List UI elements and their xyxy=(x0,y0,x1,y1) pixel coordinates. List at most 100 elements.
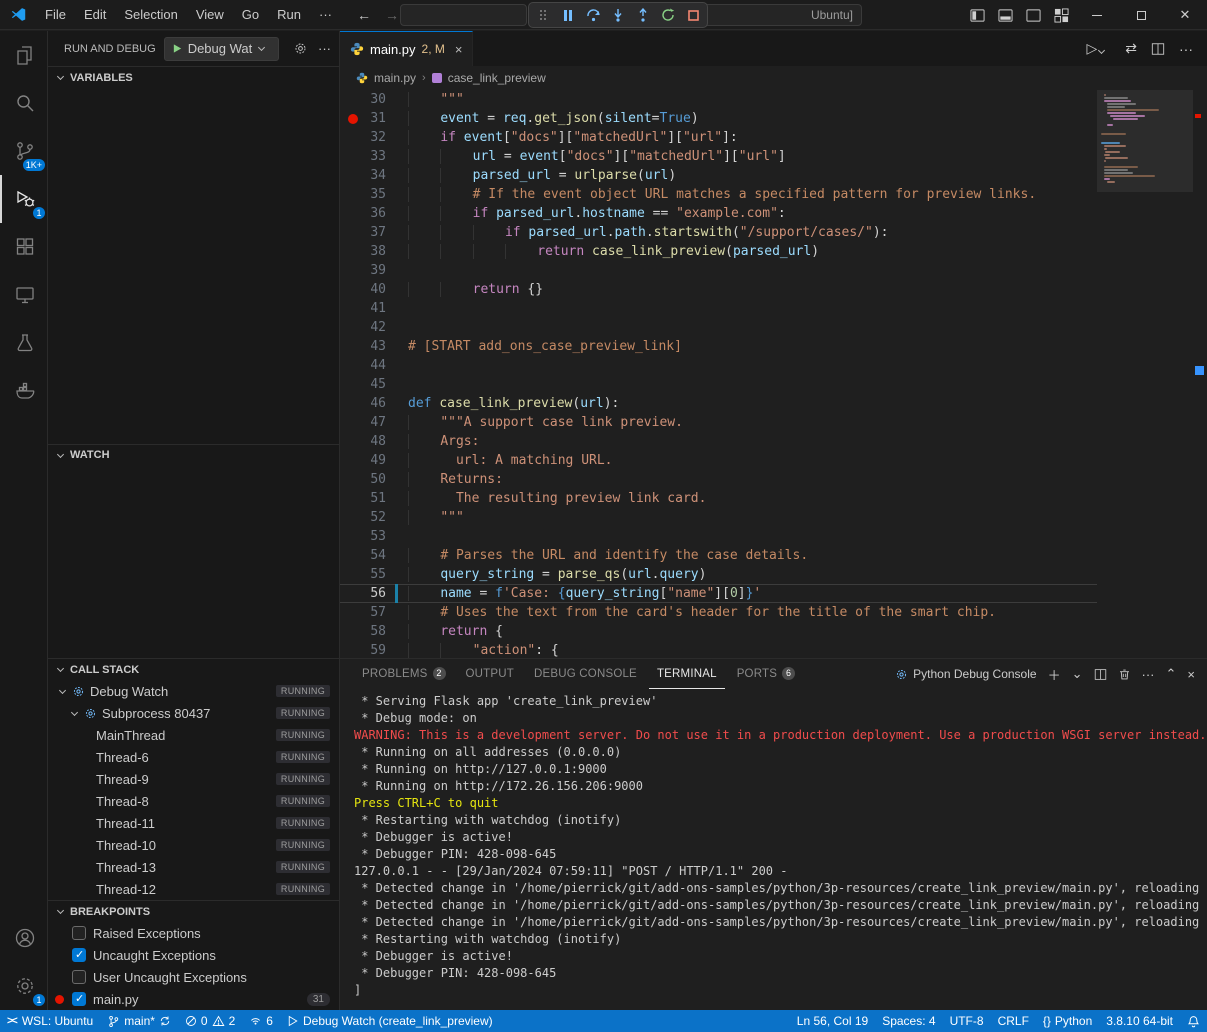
panel-tab-terminal[interactable]: TERMINAL xyxy=(649,660,725,689)
code-line[interactable]: 39 xyxy=(340,261,1097,280)
call-stack-row[interactable]: Thread-11RUNNING xyxy=(48,812,339,834)
call-stack-row[interactable]: Thread-12RUNNING xyxy=(48,878,339,900)
code-line[interactable]: 44 xyxy=(340,356,1097,375)
code-line[interactable]: 49 url: A matching URL. xyxy=(340,451,1097,470)
step-over-icon[interactable] xyxy=(585,7,601,23)
code-line[interactable]: 48 Args: xyxy=(340,432,1097,451)
terminal-output[interactable]: * Serving Flask app 'create_link_preview… xyxy=(340,689,1207,1010)
new-terminal-icon[interactable]: ＋ xyxy=(1048,665,1061,684)
panel-close-icon[interactable]: × xyxy=(1187,667,1195,682)
cursor-position[interactable]: Ln 56, Col 19 xyxy=(790,1010,875,1032)
breakpoint-checkbox[interactable] xyxy=(72,992,86,1006)
code-line[interactable]: 59 "action": { xyxy=(340,641,1097,658)
code-line[interactable]: 36 if parsed_url.hostname == "example.co… xyxy=(340,204,1097,223)
problems-status[interactable]: 0 2 xyxy=(178,1010,242,1032)
call-stack-row[interactable]: Debug WatchRUNNING xyxy=(48,680,339,702)
section-watch[interactable]: WATCH xyxy=(48,444,339,466)
settings-button[interactable]: 1 xyxy=(0,962,48,1010)
panel-maximize-icon[interactable]: ⌃ xyxy=(1166,666,1177,682)
code-line[interactable]: 34 parsed_url = urlparse(url) xyxy=(340,166,1097,185)
breakpoint-dot-icon[interactable] xyxy=(348,114,358,124)
notifications-bell[interactable] xyxy=(1180,1010,1207,1032)
code-line[interactable]: 58 return { xyxy=(340,622,1097,641)
activity-extensions[interactable] xyxy=(0,223,48,271)
call-stack-row[interactable]: Thread-10RUNNING xyxy=(48,834,339,856)
section-variables[interactable]: VARIABLES xyxy=(48,66,339,88)
panel-tab-ports[interactable]: PORTS6 xyxy=(729,660,803,689)
code-line[interactable]: 31 event = req.get_json(silent=True) xyxy=(340,109,1097,128)
step-out-icon[interactable] xyxy=(635,7,651,23)
code-line[interactable]: 46def case_link_preview(url): xyxy=(340,394,1097,413)
toggle-panel-icon[interactable] xyxy=(991,0,1019,30)
split-editor-icon[interactable] xyxy=(1151,42,1165,56)
command-center-search[interactable] xyxy=(400,4,527,26)
split-terminal-icon[interactable] xyxy=(1094,668,1107,681)
encoding-status[interactable]: UTF-8 xyxy=(943,1010,991,1032)
debug-settings-gear-icon[interactable] xyxy=(293,41,308,56)
code-line[interactable]: 54 # Parses the URL and identify the cas… xyxy=(340,546,1097,565)
code-line[interactable]: 30 """ xyxy=(340,90,1097,109)
breakpoint-checkbox[interactable] xyxy=(72,948,86,962)
code-line[interactable]: 41 xyxy=(340,299,1097,318)
menu-file[interactable]: File xyxy=(36,0,75,30)
code-line[interactable]: 40 return {} xyxy=(340,280,1097,299)
code-line[interactable]: 51 The resulting preview link card. xyxy=(340,489,1097,508)
activity-source-control[interactable]: 1K+ xyxy=(0,127,48,175)
indentation-status[interactable]: Spaces: 4 xyxy=(875,1010,942,1032)
forward-icon[interactable]: → xyxy=(385,7,399,23)
start-debug-icon[interactable] xyxy=(172,43,183,54)
code-line[interactable]: 37 if parsed_url.path.startswith("/suppo… xyxy=(340,223,1097,242)
kill-terminal-trash-icon[interactable] xyxy=(1118,668,1131,681)
views-more-icon[interactable]: ··· xyxy=(318,41,331,56)
step-into-icon[interactable] xyxy=(610,7,626,23)
remote-indicator[interactable]: >< WSL: Ubuntu xyxy=(0,1010,100,1032)
code-line[interactable]: 53 xyxy=(340,527,1097,546)
menu-more[interactable]: ··· xyxy=(310,0,341,30)
minimize-button[interactable] xyxy=(1075,0,1119,30)
activity-search[interactable] xyxy=(0,79,48,127)
run-python-file-button[interactable]: ▷ xyxy=(1086,40,1111,57)
debug-config-dropdown[interactable]: Debug Wat xyxy=(164,37,280,61)
activity-testing[interactable] xyxy=(0,319,48,367)
code-line[interactable]: 45 xyxy=(340,375,1097,394)
menu-view[interactable]: View xyxy=(187,0,233,30)
panel-more-icon[interactable]: ··· xyxy=(1142,667,1155,682)
python-interpreter-status[interactable]: 3.8.10 64-bit xyxy=(1099,1010,1180,1032)
toggle-sidebar-icon[interactable] xyxy=(963,0,991,30)
code-line[interactable]: 55 query_string = parse_qs(url.query) xyxy=(340,565,1097,584)
pause-icon[interactable] xyxy=(560,7,576,23)
panel-tab-problems[interactable]: PROBLEMS2 xyxy=(354,660,454,689)
customize-layout-icon[interactable] xyxy=(1047,0,1075,30)
activity-remote-explorer[interactable] xyxy=(0,271,48,319)
code-line[interactable]: 50 Returns: xyxy=(340,470,1097,489)
breakpoint-row[interactable]: Uncaught Exceptions xyxy=(48,944,339,966)
section-breakpoints[interactable]: BREAKPOINTS xyxy=(48,900,339,922)
editor-more-icon[interactable]: ··· xyxy=(1179,41,1193,57)
activity-explorer[interactable] xyxy=(0,31,48,79)
stop-icon[interactable] xyxy=(685,7,701,23)
menu-selection[interactable]: Selection xyxy=(115,0,186,30)
breakpoint-checkbox[interactable] xyxy=(72,926,86,940)
maximize-button[interactable] xyxy=(1119,0,1163,30)
toggle-secondary-sidebar-icon[interactable] xyxy=(1019,0,1047,30)
call-stack-row[interactable]: MainThreadRUNNING xyxy=(48,724,339,746)
open-changes-icon[interactable]: ⇄ xyxy=(1125,40,1137,57)
menu-edit[interactable]: Edit xyxy=(75,0,115,30)
activity-docker[interactable] xyxy=(0,367,48,415)
code-line[interactable]: 32 if event["docs"]["matchedUrl"]["url"]… xyxy=(340,128,1097,147)
code-line[interactable]: 38 return case_link_preview(parsed_url) xyxy=(340,242,1097,261)
debug-session-status[interactable]: Debug Watch (create_link_preview) xyxy=(280,1010,500,1032)
drag-handle-icon[interactable] xyxy=(535,7,551,23)
section-call-stack[interactable]: CALL STACK xyxy=(48,658,339,680)
code-line[interactable]: 33 url = event["docs"]["matchedUrl"]["ur… xyxy=(340,147,1097,166)
breakpoint-row[interactable]: User Uncaught Exceptions xyxy=(48,966,339,988)
activity-run-and-debug[interactable]: 1 xyxy=(0,175,48,223)
code-line[interactable]: 57 # Uses the text from the card's heade… xyxy=(340,603,1097,622)
call-stack-row[interactable]: Thread-8RUNNING xyxy=(48,790,339,812)
terminal-dropdown-icon[interactable]: ⌄ xyxy=(1072,666,1083,682)
eol-status[interactable]: CRLF xyxy=(991,1010,1036,1032)
accounts-button[interactable] xyxy=(0,914,48,962)
breadcrumb-symbol[interactable]: case_link_preview xyxy=(448,71,546,85)
restart-icon[interactable] xyxy=(660,7,676,23)
breakpoint-row[interactable]: Raised Exceptions xyxy=(48,922,339,944)
